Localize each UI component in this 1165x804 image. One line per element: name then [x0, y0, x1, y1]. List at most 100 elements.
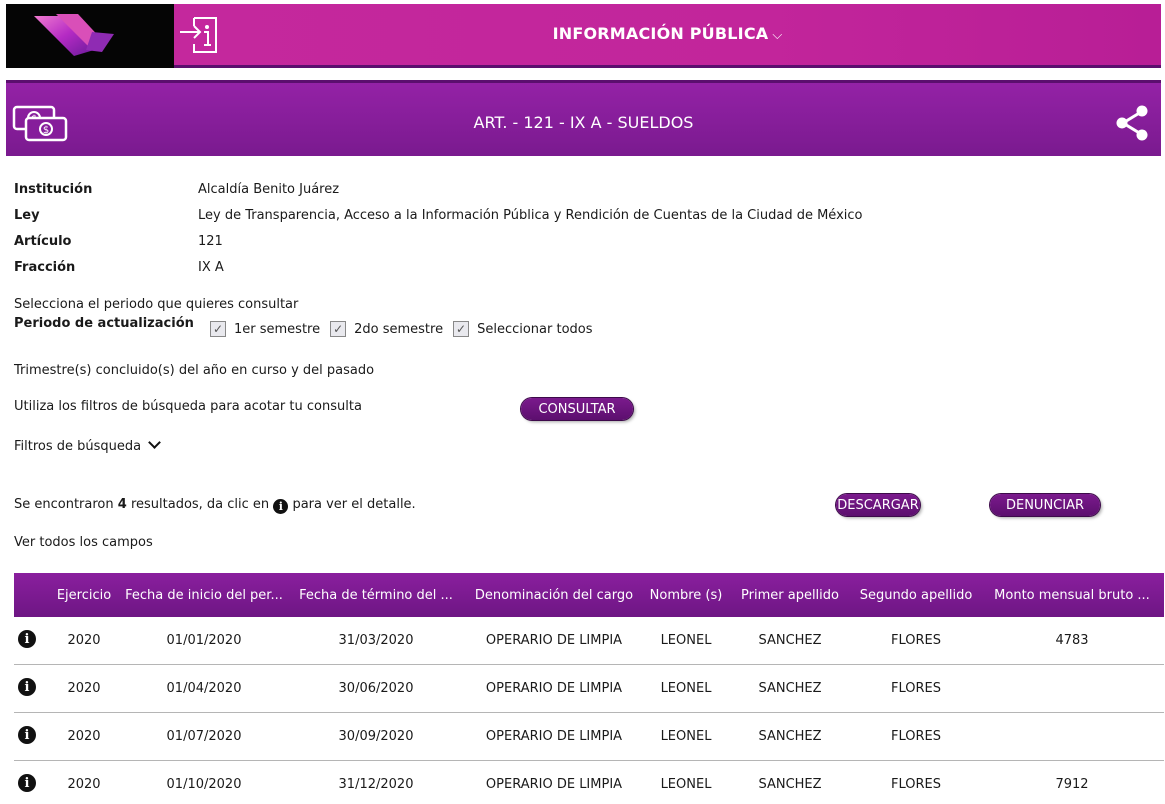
checkbox-label: Seleccionar todos [477, 321, 593, 337]
nav-title-label: INFORMACIÓN PÚBLICA [552, 24, 769, 43]
cell-monto-mensual [992, 665, 1152, 711]
cell-ejercicio: 2020 [67, 680, 101, 696]
column-header-fecha-inicio[interactable]: Fecha de inicio del per... [124, 573, 284, 617]
nav-menu-informacion-publica[interactable]: INFORMACIÓN PÚBLICA ⌵ [174, 24, 1161, 43]
cell-primer-apellido: SANCHEZ [758, 728, 822, 744]
cell-fecha-inicio: 01/04/2020 [166, 680, 242, 696]
info-value: Alcaldía Benito Juárez [198, 181, 340, 197]
table-row: i 2020 01/07/2020 30/09/2020 OPERARIO DE… [14, 713, 1164, 761]
cell-fecha-termino: 31/12/2020 [338, 776, 414, 792]
cell-fecha-inicio: 01/07/2020 [166, 728, 242, 744]
checkbox-label: 1er semestre [234, 321, 321, 337]
info-row-fraccion: Fracción IX A [14, 254, 862, 280]
cell-cargo: OPERARIO DE LIMPIA [485, 680, 623, 696]
cell-nombre: LEONEL [660, 632, 712, 648]
column-header-ejercicio[interactable]: Ejercicio [54, 573, 114, 617]
cell-segundo-apellido: FLORES [891, 728, 941, 744]
cell-monto-mensual [992, 713, 1152, 759]
main-nav: INFORMACIÓN PÚBLICA ⌵ [174, 4, 1161, 68]
filters-toggle[interactable]: Filtros de búsqueda [14, 436, 162, 454]
period-prompt: Selecciona el periodo que quieres consul… [14, 297, 299, 312]
table-row: i 2020 01/01/2020 31/03/2020 OPERARIO DE… [14, 617, 1164, 665]
period-options: ✓ 1er semestre ✓ 2do semestre ✓ Seleccio… [210, 321, 603, 337]
info-value: Ley de Transparencia, Acceso a la Inform… [198, 207, 863, 223]
cell-cargo: OPERARIO DE LIMPIA [485, 728, 623, 744]
chevron-down-icon [148, 436, 162, 449]
info-value: 121 [198, 233, 223, 249]
info-label: Artículo [14, 233, 72, 249]
cell-fecha-inicio: 01/01/2020 [166, 632, 242, 648]
table-row: i 2020 01/04/2020 30/06/2020 OPERARIO DE… [14, 665, 1164, 713]
cell-nombre: LEONEL [660, 728, 712, 744]
cell-segundo-apellido: FLORES [891, 632, 941, 648]
cell-ejercicio: 2020 [67, 728, 101, 744]
cell-cargo: OPERARIO DE LIMPIA [485, 632, 623, 648]
logo-icon [34, 14, 114, 56]
info-value: IX A [198, 259, 224, 275]
cell-primer-apellido: SANCHEZ [758, 632, 822, 648]
period-label: Periodo de actualización [14, 316, 194, 331]
results-prefix: Se encontraron [14, 497, 118, 512]
cell-monto-mensual: 7912 [1055, 776, 1089, 792]
column-header-monto-mensual[interactable]: Monto mensual bruto ... [992, 573, 1152, 617]
table-header: Ejercicio Fecha de inicio del per... Fec… [14, 573, 1164, 617]
cell-nombre: LEONEL [660, 680, 712, 696]
report-button[interactable]: DENUNCIAR [990, 494, 1100, 516]
cell-segundo-apellido: FLORES [891, 680, 941, 696]
results-summary: Se encontraron 4 resultados, da clic en … [14, 497, 416, 514]
cell-fecha-termino: 31/03/2020 [338, 632, 414, 648]
column-header-fecha-termino[interactable]: Fecha de término del ... [296, 573, 456, 617]
cell-primer-apellido: SANCHEZ [758, 776, 822, 792]
checkbox-2do-semestre[interactable]: ✓ [330, 321, 347, 337]
cell-fecha-termino: 30/06/2020 [338, 680, 414, 696]
info-row-articulo: Artículo 121 [14, 228, 862, 254]
period-option-seleccionar-todos[interactable]: ✓ Seleccionar todos [453, 321, 593, 337]
cell-monto-mensual: 4783 [1055, 632, 1089, 648]
cell-nombre: LEONEL [660, 776, 712, 792]
checkbox-seleccionar-todos[interactable]: ✓ [453, 321, 470, 337]
info-label: Institución [14, 181, 93, 197]
info-row-ley: Ley Ley de Transparencia, Acceso a la In… [14, 202, 862, 228]
cell-fecha-termino: 30/09/2020 [338, 728, 414, 744]
info-icon[interactable]: i [18, 774, 36, 792]
info-label: Fracción [14, 259, 76, 275]
cell-cargo: OPERARIO DE LIMPIA [485, 776, 623, 792]
info-icon: i [273, 499, 289, 514]
info-label: Ley [14, 207, 40, 223]
info-row-institucion: Institución Alcaldía Benito Juárez [14, 176, 862, 202]
cell-ejercicio: 2020 [67, 632, 101, 648]
cell-primer-apellido: SANCHEZ [758, 680, 822, 696]
results-table: Ejercicio Fecha de inicio del per... Fec… [14, 573, 1164, 804]
cell-segundo-apellido: FLORES [891, 776, 941, 792]
top-bar: INFORMACIÓN PÚBLICA ⌵ [6, 4, 1161, 68]
chevron-down-icon: ⌵ [772, 28, 783, 43]
column-header-nombre[interactable]: Nombre (s) [648, 573, 724, 617]
info-block: Institución Alcaldía Benito Juárez Ley L… [14, 176, 862, 280]
column-header-segundo-apellido[interactable]: Segundo apellido [856, 573, 976, 617]
table-row: i 2020 01/10/2020 31/12/2020 OPERARIO DE… [14, 761, 1164, 804]
page-title: ART. - 121 - IX A - SUELDOS [473, 113, 694, 132]
logo[interactable] [6, 4, 174, 68]
info-icon[interactable]: i [18, 678, 36, 696]
cell-ejercicio: 2020 [67, 776, 101, 792]
column-header-cargo[interactable]: Denominación del cargo [474, 573, 634, 617]
trimester-text: Trimestre(s) concluido(s) del año en cur… [14, 363, 375, 378]
info-icon[interactable]: i [18, 630, 36, 648]
checkbox-1er-semestre[interactable]: ✓ [210, 321, 226, 337]
article-header: $ $ ART. - 121 - IX A - SUELDOS [6, 80, 1161, 156]
filters-hint: Utiliza los filtros de búsqueda para aco… [14, 399, 362, 414]
results-middle: resultados, da clic en [126, 497, 274, 512]
period-option-1er-semestre[interactable]: ✓ 1er semestre [210, 321, 320, 337]
results-suffix: para ver el detalle. [288, 497, 416, 512]
filters-toggle-label: Filtros de búsqueda [14, 439, 142, 454]
cell-fecha-inicio: 01/10/2020 [166, 776, 242, 792]
share-icon[interactable] [1115, 105, 1151, 141]
period-option-2do-semestre[interactable]: ✓ 2do semestre [330, 321, 443, 337]
download-button[interactable]: DESCARGAR [836, 494, 920, 516]
view-all-fields-link[interactable]: Ver todos los campos [14, 535, 153, 550]
column-header-primer-apellido[interactable]: Primer apellido [738, 573, 842, 617]
checkbox-label: 2do semestre [354, 321, 444, 337]
results-count: 4 [117, 497, 127, 512]
consult-button[interactable]: CONSULTAR [521, 398, 633, 420]
info-icon[interactable]: i [18, 726, 36, 744]
